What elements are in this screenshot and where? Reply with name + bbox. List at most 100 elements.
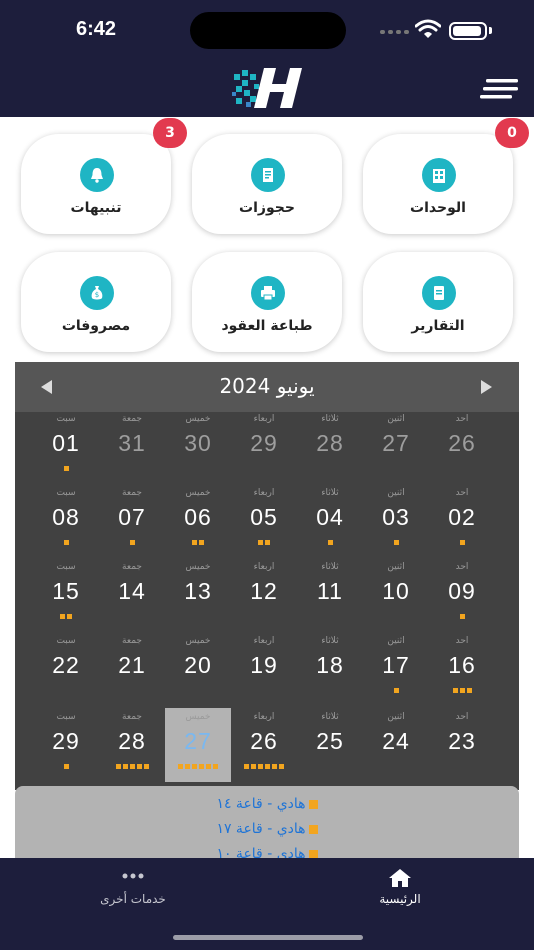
event-dot (129, 540, 135, 545)
calendar-day-number: 26 (448, 430, 476, 456)
bell-icon (80, 158, 114, 192)
tab-more-label: خدمات أخرى (100, 892, 166, 906)
calendar-day-selected[interactable]: خميس 27 (165, 708, 231, 782)
tab-home[interactable]: الرئيسية (300, 858, 500, 928)
calendar-day[interactable]: اثنين 17 (363, 632, 429, 706)
tile-reports[interactable]: التقارير (363, 252, 513, 352)
calendar-day[interactable]: جمعة 14 (99, 558, 165, 632)
event-indicator (363, 540, 429, 545)
event-indicator (165, 540, 231, 545)
tile-bookings[interactable]: حجوزات (192, 134, 342, 234)
tile-expenses[interactable]: $ مصروفات (21, 252, 171, 352)
calendar-day[interactable]: جمعة 07 (99, 484, 165, 558)
calendar-day[interactable]: سبت 08 (33, 484, 99, 558)
calendar-day-name: خميس (185, 712, 211, 722)
calendar-day-name: اربعاء (253, 414, 275, 424)
event-dot (192, 764, 197, 769)
calendar-day[interactable]: ثلاثاء 11 (297, 558, 363, 632)
calendar-day-number: 14 (118, 578, 146, 604)
event-dot (129, 764, 135, 769)
calendar-day[interactable]: اربعاء 29 (231, 410, 297, 484)
calendar-day[interactable]: سبت 29 (33, 708, 99, 782)
event-dot (244, 764, 249, 769)
calendar-day[interactable]: اربعاء 26 (231, 708, 297, 782)
units-count-badge: 0 (495, 118, 529, 148)
calendar-day[interactable]: ثلاثاء 25 (297, 708, 363, 782)
calendar-day[interactable]: احد 26 (429, 410, 495, 484)
calendar-day-number: 12 (250, 578, 278, 604)
calendar-day[interactable]: سبت 15 (33, 558, 99, 632)
event-item[interactable]: هادي - قاعة ١٧ (15, 821, 519, 837)
tile-print-contracts[interactable]: طباعة العقود (192, 252, 342, 352)
calendar-day-number: 15 (52, 578, 80, 604)
alerts-count-badge: 3 (153, 118, 187, 148)
calendar-day-number: 18 (316, 652, 344, 678)
calendar-day[interactable]: احد 16 (429, 632, 495, 706)
battery-icon (449, 22, 487, 40)
calendar-day[interactable]: احد 23 (429, 708, 495, 782)
calendar-day[interactable]: اثنين 24 (363, 708, 429, 782)
calendar-day-number: 02 (448, 504, 476, 530)
calendar-day-name: خميس (185, 488, 211, 498)
calendar-day-name: اربعاء (253, 636, 275, 646)
event-dot (60, 614, 65, 619)
calendar-day[interactable]: جمعة 21 (99, 632, 165, 706)
calendar-day[interactable]: ثلاثاء 04 (297, 484, 363, 558)
event-dot (459, 688, 465, 693)
calendar-day[interactable]: اثنين 03 (363, 484, 429, 558)
calendar-month-title: يونيو 2024 (219, 374, 315, 398)
calendar-day[interactable]: اثنين 27 (363, 410, 429, 484)
calendar-day-number: 27 (382, 430, 410, 456)
calendar-day[interactable]: ثلاثاء 18 (297, 632, 363, 706)
calendar-day-number: 20 (184, 652, 212, 678)
wifi-icon (415, 19, 441, 38)
calendar-day[interactable]: احد 09 (429, 558, 495, 632)
event-dot (63, 764, 69, 769)
cellular-signal-icon (380, 30, 410, 36)
home-indicator (173, 935, 363, 940)
event-dot (327, 540, 333, 545)
calendar-day-number: 29 (52, 728, 80, 754)
event-dot (393, 688, 399, 693)
calendar-day[interactable]: خميس 20 (165, 632, 231, 706)
calendar-day-name: ثلاثاء (321, 712, 339, 722)
event-dot (178, 764, 183, 769)
tab-more-services[interactable]: خدمات أخرى (33, 858, 233, 928)
tile-alerts[interactable]: تنبيهات (21, 134, 171, 234)
calendar-day[interactable]: اثنين 10 (363, 558, 429, 632)
calendar-day[interactable]: ثلاثاء 28 (297, 410, 363, 484)
calendar-day-name: جمعة (122, 488, 142, 498)
calendar-day-name: احد (455, 636, 469, 646)
hamburger-menu-icon[interactable] (480, 79, 518, 99)
event-dot (258, 540, 263, 545)
event-dot (265, 540, 270, 545)
event-dot (466, 688, 472, 693)
calendar-day[interactable]: احد 02 (429, 484, 495, 558)
calendar-day[interactable]: اربعاء 05 (231, 484, 297, 558)
event-indicator (99, 764, 165, 769)
tile-units[interactable]: الوحدات (363, 134, 513, 234)
event-indicator (297, 540, 363, 545)
event-indicator (429, 688, 495, 693)
event-dot (67, 614, 72, 619)
calendar-day-number: 19 (250, 652, 278, 678)
calendar-day[interactable]: جمعة 28 (99, 708, 165, 782)
next-month-arrow-icon[interactable] (481, 380, 492, 394)
event-indicator (33, 540, 99, 545)
calendar-day[interactable]: خميس 30 (165, 410, 231, 484)
event-item[interactable]: هادي - قاعة ١٤ (15, 796, 519, 812)
event-dot (258, 764, 263, 769)
calendar-day[interactable]: اربعاء 19 (231, 632, 297, 706)
calendar-day[interactable]: سبت 01 (33, 410, 99, 484)
calendar-day[interactable]: خميس 13 (165, 558, 231, 632)
calendar-day[interactable]: سبت 22 (33, 632, 99, 706)
calendar-day[interactable]: جمعة 31 (99, 410, 165, 484)
calendar-day-name: ثلاثاء (321, 636, 339, 646)
event-dot (63, 540, 69, 545)
calendar-day-number: 31 (118, 430, 146, 456)
event-dot (213, 764, 218, 769)
calendar-day[interactable]: اربعاء 12 (231, 558, 297, 632)
calendar-day[interactable]: خميس 06 (165, 484, 231, 558)
app-logo (232, 68, 302, 108)
calendar-day-number: 04 (316, 504, 344, 530)
